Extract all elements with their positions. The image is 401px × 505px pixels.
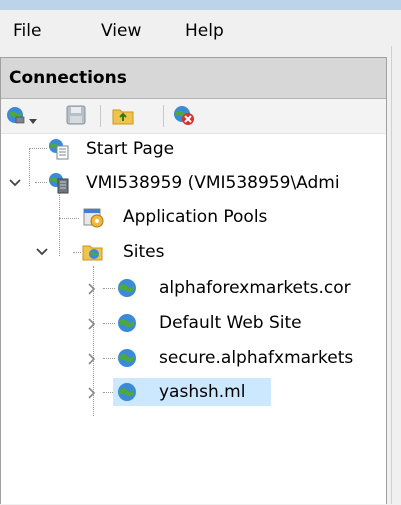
tree-item-label: Start Page — [86, 139, 175, 159]
website-globe-icon — [115, 380, 139, 408]
toolbar-separator — [100, 105, 101, 127]
chevron-right-icon[interactable] — [87, 352, 97, 369]
tree-item-label: Application Pools — [123, 207, 268, 227]
website-globe-icon — [115, 276, 139, 304]
tree-item-label: yashsh.ml — [159, 382, 246, 402]
chevron-down-icon[interactable] — [35, 246, 49, 260]
window-top-strip — [0, 0, 401, 10]
tree-item-site[interactable]: alphaforexmarkets.cor — [1, 274, 387, 302]
connections-panel: Connections Start Page VMI538959 (VMI538… — [0, 57, 387, 504]
tree-item-application-pools[interactable]: Application Pools — [1, 203, 387, 231]
tree-item-site[interactable]: Default Web Site — [1, 309, 387, 337]
sites-folder-icon — [81, 240, 105, 268]
right-panel-edge — [387, 46, 401, 504]
chevron-right-icon[interactable] — [87, 317, 97, 334]
tree-item-site[interactable]: secure.alphafxmarkets — [1, 344, 387, 372]
tree-item-site-selected[interactable]: yashsh.ml — [1, 378, 387, 406]
connect-globe-icon[interactable] — [5, 104, 27, 130]
website-globe-icon — [115, 311, 139, 339]
tree-item-label: secure.alphafxmarkets — [159, 348, 354, 368]
website-globe-icon — [115, 346, 139, 374]
start-page-icon — [47, 137, 71, 165]
connections-header: Connections — [1, 58, 386, 99]
tree-item-server[interactable]: VMI538959 (VMI538959\Admi — [1, 169, 387, 197]
menu-help[interactable]: Help — [185, 20, 224, 42]
save-icon[interactable] — [65, 104, 87, 130]
tree-item-sites[interactable]: Sites — [1, 238, 387, 266]
toolbar-separator — [163, 105, 164, 127]
delete-connection-icon[interactable] — [172, 104, 196, 130]
chevron-down-icon[interactable] — [8, 177, 22, 191]
tree-item-start-page[interactable]: Start Page — [1, 135, 387, 163]
tree-item-label: Default Web Site — [159, 313, 302, 333]
connections-tree: Start Page VMI538959 (VMI538959\Admi App… — [1, 134, 387, 505]
menu-file[interactable]: File — [13, 20, 41, 42]
chevron-right-icon[interactable] — [87, 282, 97, 299]
up-folder-icon[interactable] — [111, 104, 135, 130]
tree-item-label: VMI538959 (VMI538959\Admi — [86, 173, 340, 193]
tree-item-label: Sites — [123, 242, 165, 262]
chevron-right-icon[interactable] — [87, 386, 97, 403]
tree-item-label: alphaforexmarkets.cor — [159, 278, 351, 298]
menu-bar: File View Help — [0, 10, 401, 54]
menu-view[interactable]: View — [101, 20, 141, 42]
application-pools-icon — [81, 205, 105, 233]
dropdown-arrow-icon[interactable] — [28, 111, 38, 130]
server-icon — [47, 171, 71, 199]
connections-toolbar — [1, 99, 386, 134]
